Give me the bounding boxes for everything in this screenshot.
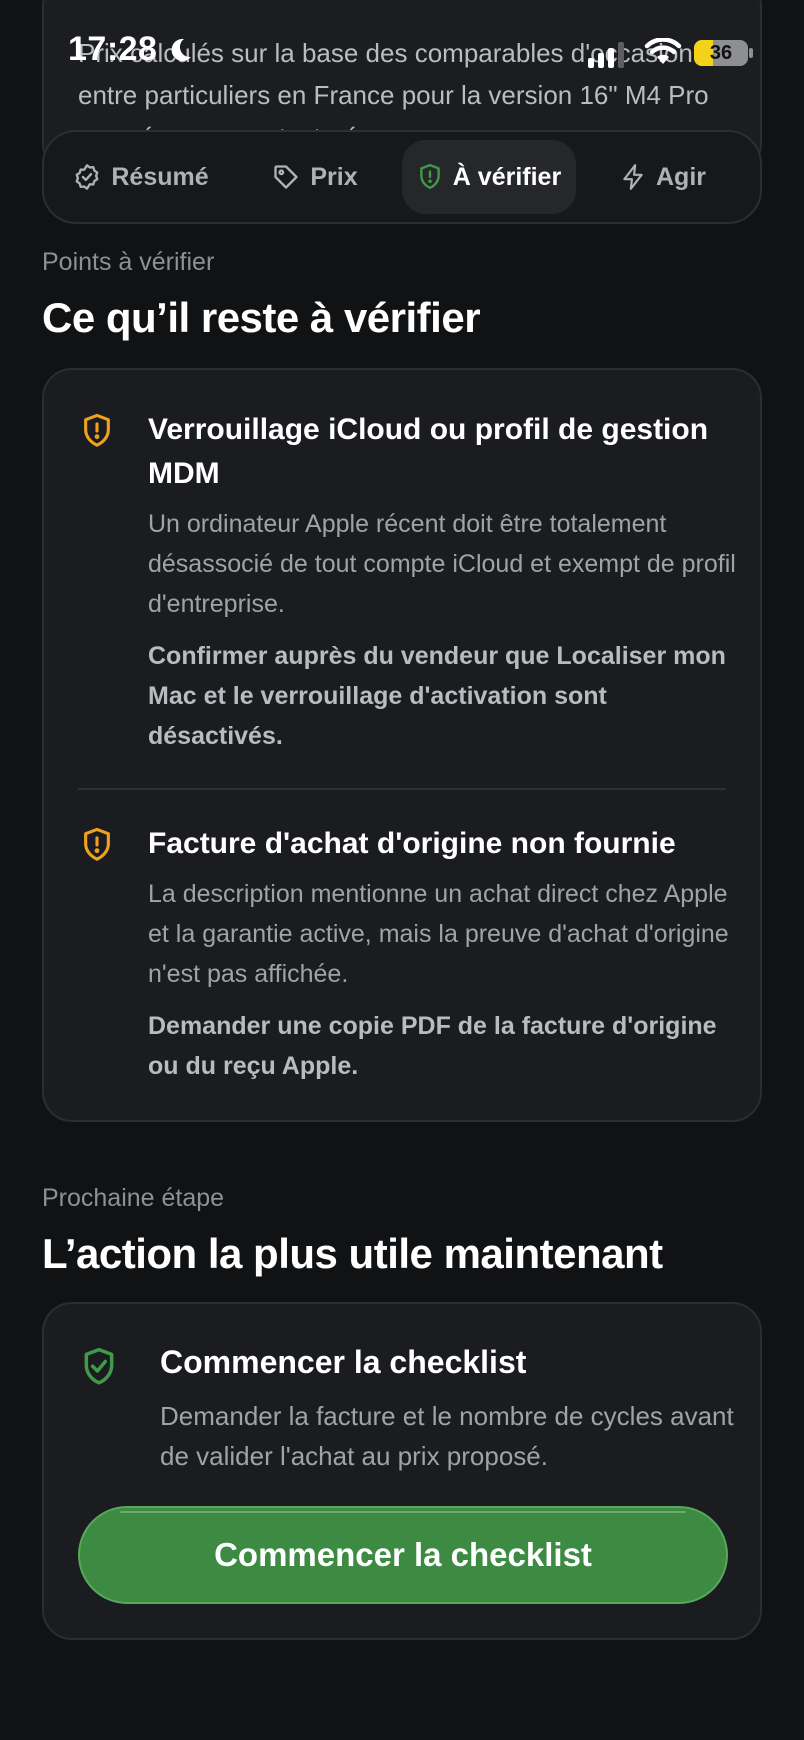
tab-a-verifier[interactable]: À vérifier [402, 140, 576, 214]
verify-card: Verrouillage iCloud ou profil de gestion… [42, 368, 762, 1122]
check-badge-icon [75, 164, 99, 190]
start-checklist-button[interactable]: Commencer la checklist [78, 1506, 728, 1604]
tab-label: Agir [656, 162, 706, 191]
section-title-next: L’action la plus utile maintenant [42, 1230, 663, 1277]
tab-label: Prix [310, 162, 358, 191]
lightning-icon [623, 164, 643, 190]
screen: Prix calculés sur la base des comparable… [0, 0, 804, 1740]
shield-check-icon [84, 1347, 114, 1385]
warning-shield-icon [84, 827, 110, 861]
tab-agir[interactable]: Agir [576, 140, 750, 214]
item-description: La description mentionne un achat direct… [148, 880, 729, 988]
tag-icon [274, 165, 299, 189]
next-step-card: Commencer la checklist Demander la factu… [42, 1302, 762, 1640]
section-title-verify: Ce qu’il reste à vérifier [42, 294, 481, 341]
item-title: Facture d'achat d'origine non fournie [148, 827, 676, 860]
tab-prix[interactable]: Prix [228, 140, 402, 214]
divider [78, 788, 726, 790]
section-label-next: Prochaine étape [42, 1184, 225, 1212]
tab-label: À vérifier [452, 162, 562, 191]
section-label-verify: Points à vérifier [42, 248, 215, 276]
section-tabbar: Résumé Prix À vérifier Agir [42, 130, 762, 224]
item-description: Un ordinateur Apple récent doit être tot… [148, 510, 736, 618]
tab-label: Résumé [111, 162, 209, 191]
tab-resume[interactable]: Résumé [54, 140, 228, 214]
warning-shield-icon [84, 413, 110, 447]
shield-alert-icon [419, 163, 440, 189]
next-step-description: Demander la facture et le nombre de cycl… [160, 1401, 734, 1471]
item-advice: Demander une copie PDF de la facture d'o… [148, 1012, 717, 1080]
next-step-title: Commencer la checklist [160, 1344, 527, 1380]
item-title: Verrouillage iCloud ou profil de gestion… [148, 413, 709, 490]
item-advice: Confirmer auprès du vendeur que Localise… [148, 642, 726, 750]
